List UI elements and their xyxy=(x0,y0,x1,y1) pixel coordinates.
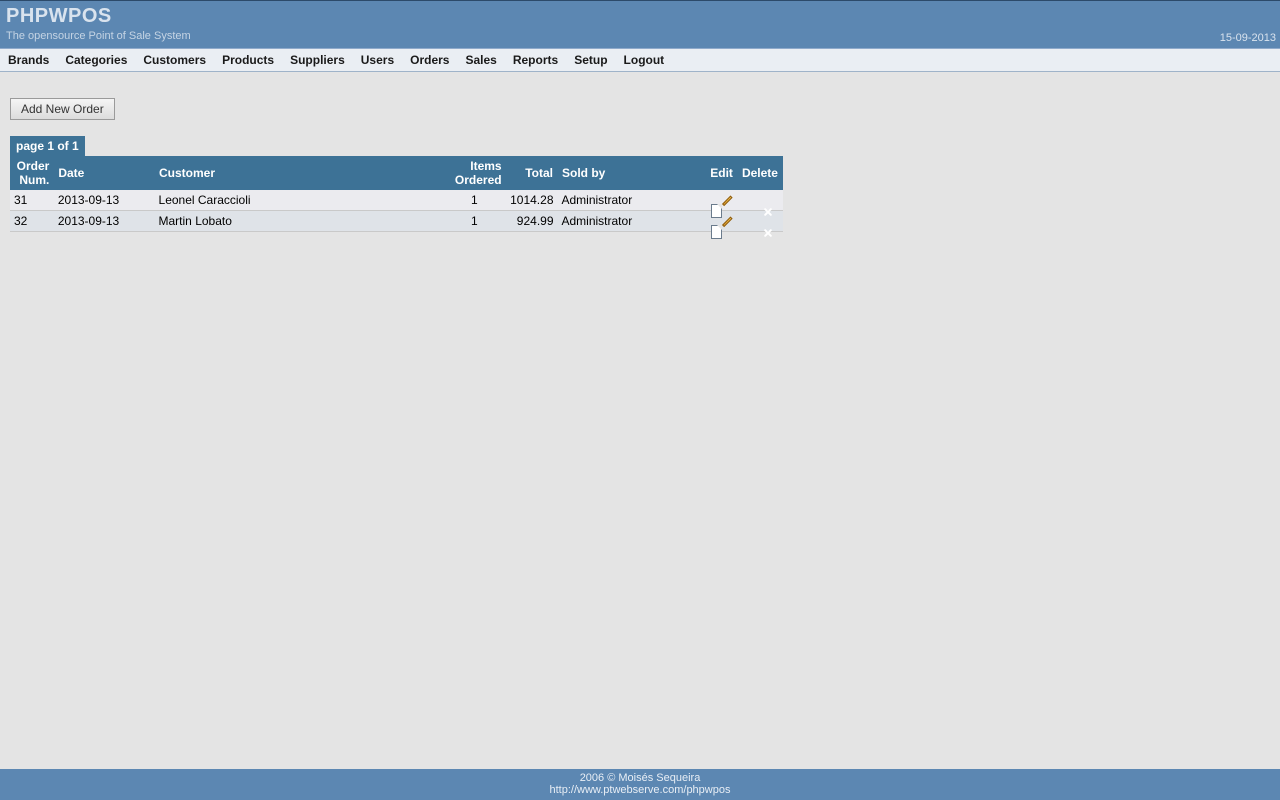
app-header: PHPWPOS The opensource Point of Sale Sys… xyxy=(0,0,1280,48)
th-sold-by: Sold by xyxy=(558,156,706,190)
pager: page 1 of 1 xyxy=(10,136,85,156)
cell-date: 2013-09-13 xyxy=(54,211,155,232)
nav-categories[interactable]: Categories xyxy=(57,49,135,71)
th-edit: Edit xyxy=(706,156,738,190)
nav-setup[interactable]: Setup xyxy=(566,49,615,71)
cell-order-num: 31 xyxy=(10,190,54,211)
nav-orders[interactable]: Orders xyxy=(402,49,457,71)
page-content: Add New Order page 1 of 1 Order Num. Dat… xyxy=(0,72,1280,769)
cell-date: 2013-09-13 xyxy=(54,190,155,211)
nav-logout[interactable]: Logout xyxy=(616,49,673,71)
nav-customers[interactable]: Customers xyxy=(135,49,214,71)
th-total: Total xyxy=(506,156,557,190)
cell-sold-by: Administrator xyxy=(558,190,706,211)
main-nav: Brands Categories Customers Products Sup… xyxy=(0,48,1280,72)
cell-total: 924.99 xyxy=(506,211,557,232)
app-subtitle: The opensource Point of Sale System xyxy=(6,30,1274,42)
nav-users[interactable]: Users xyxy=(353,49,402,71)
footer-link[interactable]: http://www.ptwebserve.com/phpwpos xyxy=(550,784,731,796)
th-date: Date xyxy=(54,156,155,190)
cell-delete xyxy=(737,190,782,211)
cell-delete xyxy=(737,211,782,232)
nav-brands[interactable]: Brands xyxy=(0,49,57,71)
cell-items-ordered: 1 xyxy=(443,190,507,211)
cell-edit xyxy=(706,190,738,211)
table-row: 322013-09-13Martin Lobato1924.99Administ… xyxy=(10,211,783,232)
th-delete: Delete xyxy=(737,156,782,190)
cell-sold-by: Administrator xyxy=(558,211,706,232)
table-row: 312013-09-13Leonel Caraccioli11014.28Adm… xyxy=(10,190,783,211)
th-order-num: Order Num. xyxy=(10,156,54,190)
nav-reports[interactable]: Reports xyxy=(505,49,566,71)
cell-total: 1014.28 xyxy=(506,190,557,211)
app-title: PHPWPOS xyxy=(6,5,1274,28)
nav-suppliers[interactable]: Suppliers xyxy=(282,49,353,71)
footer-copyright: 2006 © Moisés Sequeira xyxy=(0,772,1280,784)
add-new-order-button[interactable]: Add New Order xyxy=(10,98,115,120)
cell-items-ordered: 1 xyxy=(443,211,507,232)
footer: 2006 © Moisés Sequeira http://www.ptwebs… xyxy=(0,769,1280,800)
th-items-ordered: Items Ordered xyxy=(443,156,507,190)
nav-products[interactable]: Products xyxy=(214,49,282,71)
cell-customer: Leonel Caraccioli xyxy=(155,190,443,211)
cell-customer: Martin Lobato xyxy=(155,211,443,232)
th-customer: Customer xyxy=(155,156,443,190)
header-date: 15-09-2013 xyxy=(1220,32,1276,44)
orders-table: Order Num. Date Customer Items Ordered T… xyxy=(10,156,783,232)
cell-order-num: 32 xyxy=(10,211,54,232)
nav-sales[interactable]: Sales xyxy=(457,49,504,71)
